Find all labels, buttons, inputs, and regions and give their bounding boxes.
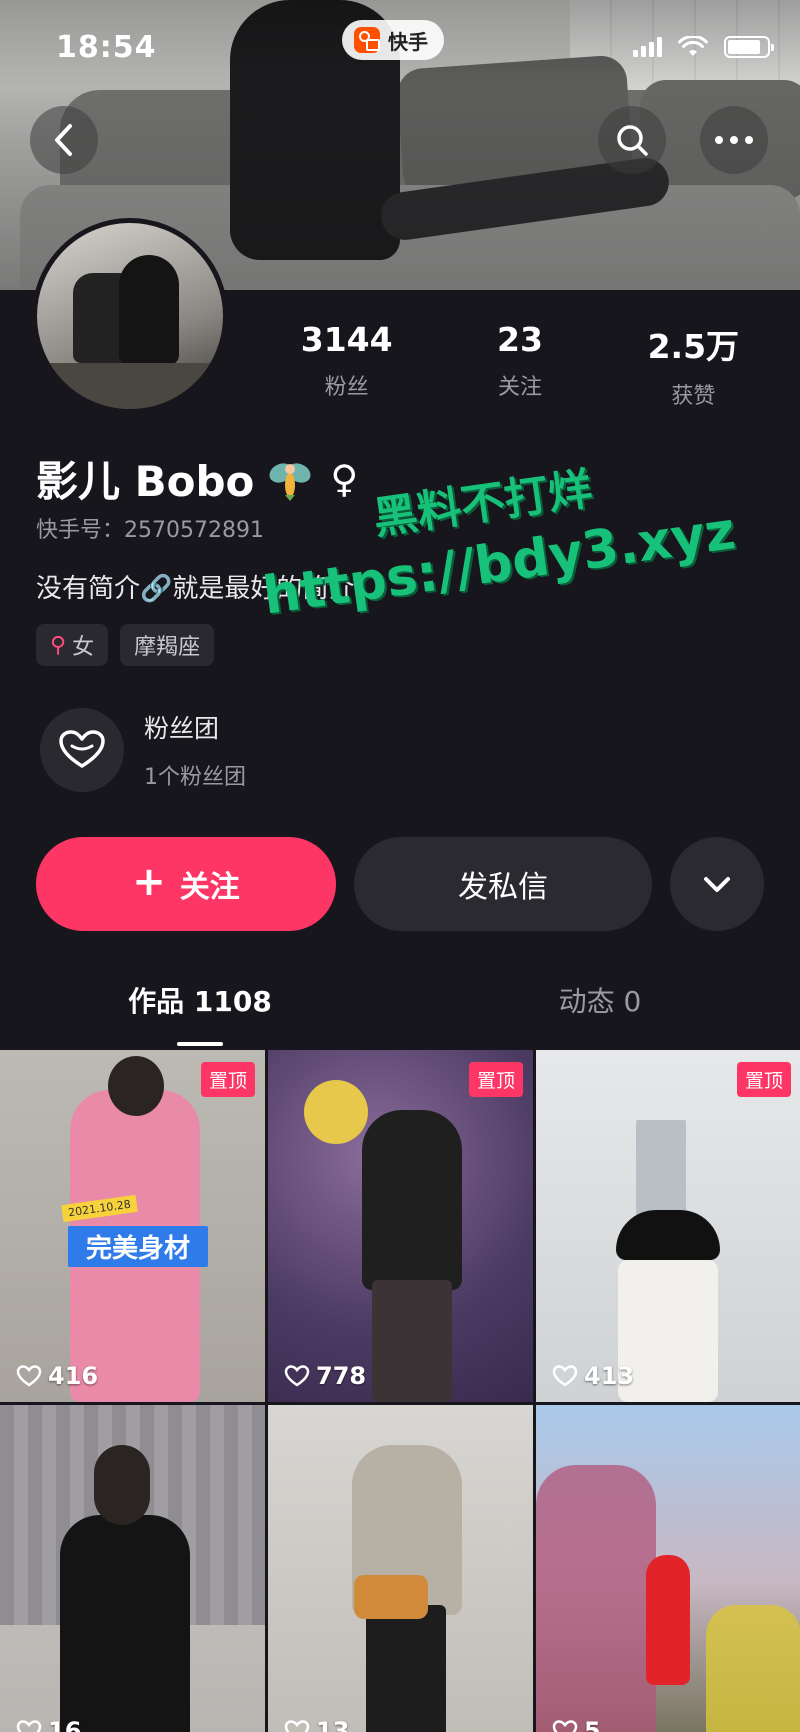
heart-icon xyxy=(59,730,105,768)
tag-label: 摩羯座 xyxy=(134,635,201,660)
more-dots-icon xyxy=(715,136,753,144)
kuaishou-id[interactable]: 快手号：2570572891 xyxy=(36,512,264,544)
follow-label: 关注 xyxy=(179,870,240,905)
like-count-value: 416 xyxy=(48,1362,99,1390)
kuaishou-logo-icon xyxy=(354,27,380,53)
heart-outline-icon xyxy=(284,1720,310,1732)
pinned-badge: 置顶 xyxy=(468,1062,523,1097)
system-icons xyxy=(633,36,774,58)
watermark-line2: https://bdy3.xyz xyxy=(259,501,739,627)
cellular-signal-icon xyxy=(633,37,662,57)
fan-club-entry[interactable]: 粉丝团 1个粉丝团 xyxy=(40,708,246,792)
stat-value: 23 xyxy=(497,320,543,359)
plus-icon: + xyxy=(132,859,166,905)
stat-fans[interactable]: 3144 粉丝 xyxy=(260,320,433,410)
fairy-icon xyxy=(269,462,311,501)
stat-following[interactable]: 23 关注 xyxy=(433,320,606,410)
video-grid: 2021.10.28 完美身材 置顶 416 置顶 778 置顶 413 16 … xyxy=(0,1050,800,1732)
like-count-value: 16 xyxy=(48,1717,82,1732)
stat-label: 关注 xyxy=(497,375,542,400)
like-count: 13 xyxy=(284,1717,349,1732)
chevron-left-icon xyxy=(55,124,72,156)
watermark-line1: 黑料不打烊 xyxy=(370,463,596,545)
stat-likes[interactable]: 2.5万 获赞 xyxy=(607,320,780,410)
heart-outline-icon xyxy=(16,1720,42,1732)
more-options-button[interactable] xyxy=(700,106,768,174)
back-button[interactable] xyxy=(30,106,98,174)
video-thumbnail[interactable]: 13 xyxy=(268,1405,533,1732)
video-thumbnail[interactable]: 5 xyxy=(536,1405,800,1732)
pinned-badge: 置顶 xyxy=(200,1062,255,1097)
gender-symbol: ♀ xyxy=(330,456,359,501)
search-icon xyxy=(617,125,648,156)
video-thumbnail[interactable]: 16 xyxy=(0,1405,265,1732)
like-count-value: 5 xyxy=(584,1717,601,1732)
tag-zodiac: 摩羯座 xyxy=(120,624,215,666)
message-label: 发私信 xyxy=(458,870,548,905)
app-pill[interactable]: 快手 xyxy=(342,20,444,60)
battery-icon xyxy=(724,36,774,58)
video-thumbnail[interactable]: 置顶 413 xyxy=(536,1050,800,1402)
pinned-badge: 置顶 xyxy=(736,1062,791,1097)
tab-moments[interactable]: 动态 0 xyxy=(400,980,800,1046)
profile-name-row: 影儿 Bobo ♀ xyxy=(36,448,358,509)
stat-label: 粉丝 xyxy=(324,375,369,400)
message-button[interactable]: 发私信 xyxy=(354,837,652,931)
like-count-value: 778 xyxy=(316,1362,367,1390)
content-tabs: 作品 1108 动态 0 xyxy=(0,980,800,1046)
profile-name: 影儿 Bobo xyxy=(36,457,255,506)
expand-button[interactable] xyxy=(670,837,764,931)
video-thumbnail[interactable]: 2021.10.28 完美身材 置顶 416 xyxy=(0,1050,265,1402)
like-count: 16 xyxy=(16,1717,81,1732)
like-count: 416 xyxy=(16,1362,98,1390)
profile-actions: + 关注 发私信 xyxy=(36,837,764,931)
profile-stats: 3144 粉丝 23 关注 2.5万 获赞 xyxy=(260,320,780,410)
stat-value: 2.5万 xyxy=(647,327,740,366)
search-button[interactable] xyxy=(598,106,666,174)
like-count: 5 xyxy=(552,1717,601,1732)
status-bar: 18:54 快手 xyxy=(0,0,800,96)
heart-outline-icon xyxy=(16,1365,42,1387)
heart-outline-icon xyxy=(284,1365,310,1387)
fan-club-subtitle: 1个粉丝团 xyxy=(144,765,246,790)
heart-outline-icon xyxy=(552,1365,578,1387)
avatar[interactable] xyxy=(32,218,228,414)
profile-bio: 没有简介🔗就是最好的简介 xyxy=(36,574,355,604)
tag-label: 女 xyxy=(72,635,95,660)
stat-label: 获赞 xyxy=(671,384,716,409)
profile-tags: ⚲ 女 摩羯座 xyxy=(36,624,215,666)
tab-works[interactable]: 作品 1108 xyxy=(0,980,400,1046)
like-count: 778 xyxy=(284,1362,366,1390)
video-thumbnail[interactable]: 置顶 778 xyxy=(268,1050,533,1402)
female-icon: ⚲ xyxy=(50,632,67,658)
chevron-down-icon xyxy=(704,877,730,892)
like-count-value: 413 xyxy=(584,1362,635,1390)
status-time: 18:54 xyxy=(56,30,157,65)
like-count: 413 xyxy=(552,1362,634,1390)
fan-club-title: 粉丝团 xyxy=(144,714,220,743)
wifi-icon xyxy=(678,36,708,56)
like-count-value: 13 xyxy=(316,1717,350,1732)
video-sticker: 完美身材 xyxy=(68,1226,209,1267)
heart-outline-icon xyxy=(552,1720,578,1732)
fan-club-icon-wrap xyxy=(40,708,124,792)
tag-gender: ⚲ 女 xyxy=(36,624,109,666)
follow-button[interactable]: + 关注 xyxy=(36,837,336,931)
stat-value: 3144 xyxy=(300,320,393,359)
app-name: 快手 xyxy=(388,29,428,54)
